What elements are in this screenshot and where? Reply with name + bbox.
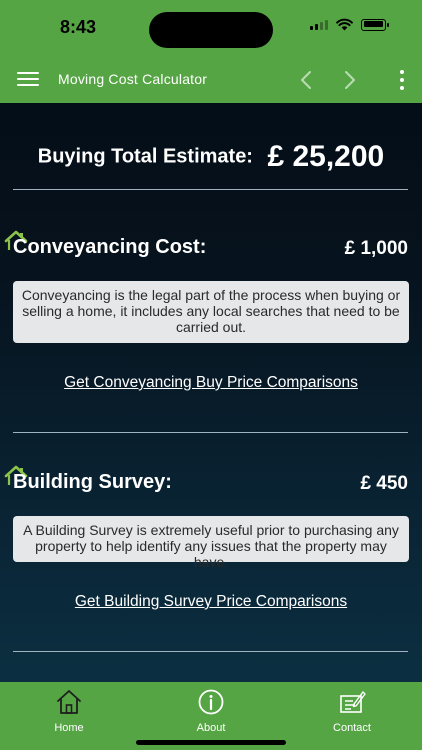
divider xyxy=(13,189,408,190)
section-description: Conveyancing is the legal part of the pr… xyxy=(13,281,409,343)
conveyancing-comparison-link[interactable]: Get Conveyancing Buy Price Comparisons xyxy=(0,374,422,392)
home-icon xyxy=(57,690,81,714)
cellular-signal-icon xyxy=(310,19,328,30)
status-icons xyxy=(310,18,389,31)
building-survey-comparison-link[interactable]: Get Building Survey Price Comparisons xyxy=(0,593,422,611)
conveyancing-header: Conveyancing Cost: £ 1,000 xyxy=(4,230,408,270)
total-label: Buying Total Estimate: xyxy=(37,145,253,168)
more-options-icon[interactable] xyxy=(396,70,408,92)
status-time: 8:43 xyxy=(60,17,97,37)
app-bar: Moving Cost Calculator xyxy=(0,56,422,103)
section-amount: £ 1,000 xyxy=(344,238,408,259)
contact-form-icon xyxy=(340,691,366,713)
section-amount: £ 450 xyxy=(360,473,408,494)
app-title: Moving Cost Calculator xyxy=(58,71,208,87)
chevron-left-icon[interactable] xyxy=(296,69,316,91)
tab-contact[interactable]: Contact xyxy=(307,688,397,734)
dynamic-island xyxy=(149,12,273,48)
top-bar: 8:43 Moving Cost Calculator xyxy=(0,0,422,103)
home-indicator xyxy=(136,740,286,745)
tab-label: Contact xyxy=(333,722,371,734)
wifi-icon xyxy=(336,18,353,31)
chevron-right-icon[interactable] xyxy=(340,69,360,91)
app-screen: 8:43 Moving Cost Calculator Buying Total… xyxy=(0,0,422,750)
menu-button[interactable] xyxy=(17,70,39,88)
tab-label: About xyxy=(196,722,226,734)
section-title: Building Survey: xyxy=(13,471,172,493)
building-survey-header: Building Survey: £ 450 xyxy=(4,465,408,505)
tab-about[interactable]: About xyxy=(166,688,256,734)
buying-total: Buying Total Estimate: £ 25,200 xyxy=(0,140,422,174)
tab-home[interactable]: Home xyxy=(24,688,114,734)
divider xyxy=(13,651,408,652)
tab-label: Home xyxy=(54,722,84,734)
info-icon xyxy=(198,689,224,715)
section-title: Conveyancing Cost: xyxy=(13,236,207,258)
battery-icon xyxy=(361,18,389,31)
total-value: £ 25,200 xyxy=(267,140,385,173)
divider xyxy=(13,432,408,433)
section-description: A Building Survey is extremely useful pr… xyxy=(13,516,409,570)
